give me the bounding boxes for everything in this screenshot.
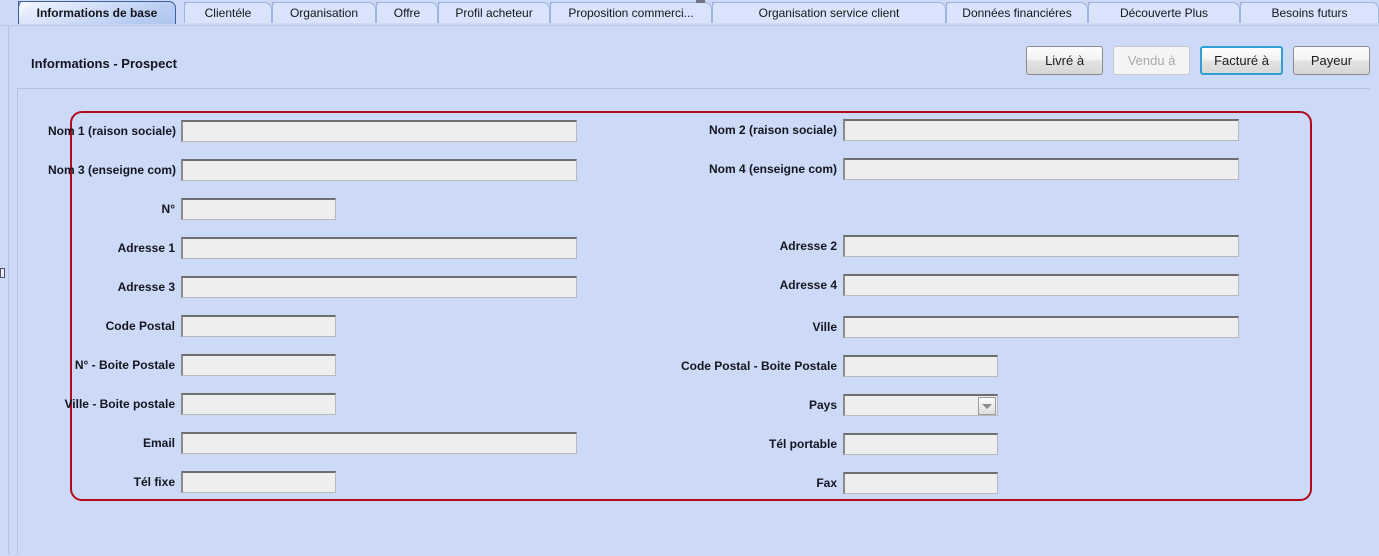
tab-label: Découverte Plus [1119, 5, 1209, 20]
form-content-panel: Nom 1 (raison sociale) Nom 3 (enseigne co… [18, 88, 1370, 555]
label-code-postal-boite-postale: Code Postal - Boite Postale [680, 359, 837, 373]
input-adresse-2[interactable] [843, 235, 1239, 257]
label-adresse-4: Adresse 4 [779, 278, 837, 292]
input-code-postal[interactable] [181, 315, 336, 337]
combobox-pays[interactable] [843, 394, 998, 416]
input-nom-1-raison-sociale[interactable] [181, 120, 577, 142]
button-label: Livré à [1045, 53, 1085, 68]
button-label: Payeur [1310, 53, 1353, 68]
tab-label: Offre [393, 5, 421, 20]
sidebar-collapse-handle[interactable] [0, 268, 5, 278]
action-button-row: Livré à Vendu à Facturé à Payeur [1026, 46, 1370, 75]
input-tel-fixe[interactable] [181, 471, 336, 493]
label-adresse-3: Adresse 3 [117, 280, 175, 294]
tab-besoins-futurs[interactable]: Besoins futurs [1240, 2, 1379, 23]
label-email: Email [142, 436, 175, 450]
tab-label: Organisation service client [758, 5, 900, 20]
tab-organisation[interactable]: Organisation [272, 2, 376, 23]
input-nom-3-enseigne-com[interactable] [181, 159, 577, 181]
tab-donn-es-financi-res[interactable]: Données financiéres [946, 2, 1088, 23]
tab-offre[interactable]: Offre [376, 2, 438, 23]
label-nom-4-enseigne-com: Nom 4 (enseigne com) [708, 162, 837, 176]
label-adresse-2: Adresse 2 [779, 239, 837, 253]
page-title: Informations - Prospect [31, 56, 177, 71]
label-nno-boite-postale: N° - Boite Postale [74, 358, 175, 372]
input-ville[interactable] [843, 316, 1239, 338]
chevron-down-icon[interactable] [978, 397, 996, 415]
tab-label: Données financiéres [962, 5, 1072, 20]
label-tel-portable: Tél portable [768, 437, 837, 451]
input-fax[interactable] [843, 472, 998, 494]
input-nno-boite-postale[interactable] [181, 354, 336, 376]
tab-informations-de-base[interactable]: Informations de base [18, 1, 176, 24]
input-adresse-4[interactable] [843, 274, 1239, 296]
input-nno[interactable] [181, 198, 336, 220]
label-nom-1-raison-sociale: Nom 1 (raison sociale) [48, 124, 177, 138]
tab-label: Clientéle [204, 5, 252, 20]
tab-bar: Informations de base Clientéle Organisatio… [0, 0, 1379, 25]
input-code-postal-boite-postale[interactable] [843, 355, 998, 377]
label-nno: N° [161, 202, 175, 216]
label-code-postal: Code Postal [105, 319, 175, 333]
tab-label: Organisation [289, 5, 359, 20]
button-payeur[interactable]: Payeur [1293, 46, 1370, 75]
input-tel-portable[interactable] [843, 433, 998, 455]
button-label: Vendu à [1127, 53, 1176, 68]
tab-proposition-commerci[interactable]: Proposition commerci... [550, 2, 712, 23]
label-adresse-1: Adresse 1 [117, 241, 175, 255]
label-pays: Pays [808, 398, 837, 412]
tab-label: Informations de base [36, 5, 158, 20]
input-nom-4-enseigne-com[interactable] [843, 158, 1239, 180]
button-label: Facturé à [1214, 53, 1269, 68]
input-adresse-3[interactable] [181, 276, 577, 298]
input-ville-boite-postale[interactable] [181, 393, 336, 415]
tab-label: Proposition commerci... [568, 5, 694, 20]
input-email[interactable] [181, 432, 577, 454]
tab-organisation-service-client[interactable]: Organisation service client [712, 2, 946, 23]
button-vendu: Vendu à [1113, 46, 1191, 75]
tab-profil-acheteur[interactable]: Profil acheteur [438, 2, 550, 23]
label-ville: Ville [812, 320, 837, 334]
window-edge-artifact [696, 0, 705, 3]
tab-d-couverte-plus[interactable]: Découverte Plus [1088, 2, 1240, 23]
button-livr[interactable]: Livré à [1026, 46, 1104, 75]
label-fax: Fax [816, 476, 837, 490]
left-rail-divider [8, 26, 9, 554]
label-nom-2-raison-sociale: Nom 2 (raison sociale) [708, 123, 837, 137]
label-nom-3-enseigne-com: Nom 3 (enseigne com) [48, 163, 177, 177]
tab-client-le[interactable]: Clientéle [184, 2, 272, 23]
tab-label: Profil acheteur [455, 5, 533, 20]
label-ville-boite-postale: Ville - Boite postale [64, 397, 175, 411]
label-tel-fixe: Tél fixe [133, 475, 175, 489]
button-factur[interactable]: Facturé à [1200, 46, 1283, 75]
input-nom-2-raison-sociale[interactable] [843, 119, 1239, 141]
tab-label: Besoins futurs [1271, 5, 1348, 20]
input-adresse-1[interactable] [181, 237, 577, 259]
